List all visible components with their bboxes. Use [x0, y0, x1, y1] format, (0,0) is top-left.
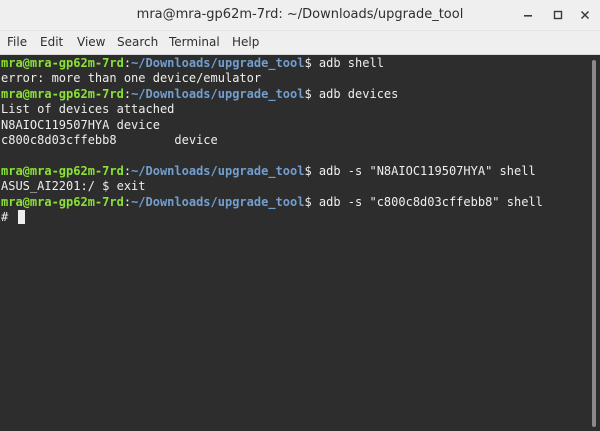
menu-view[interactable]: View — [77, 35, 105, 49]
prompt-user-host: mra@mra-gp62m-7rd — [1, 194, 124, 209]
output-line: error: more than one device/emulator — [1, 71, 588, 86]
menu-search[interactable]: Search — [117, 35, 158, 49]
command-text: adb -s "c800c8d03cffebb8" shell — [311, 194, 543, 209]
menu-help[interactable]: Help — [232, 35, 259, 49]
cursor — [18, 209, 26, 224]
prompt-line: mra@mra-gp62m-7rd:~/Downloads/upgrade_to… — [1, 195, 588, 210]
output-line: ASUS_AI2201:/ $ exit — [1, 179, 588, 194]
prompt-path: ~/Downloads/upgrade_tool — [131, 56, 305, 70]
prompt-separator: : — [123, 163, 132, 178]
prompt-line: mra@mra-gp62m-7rd:~/Downloads/upgrade_to… — [1, 56, 588, 71]
prompt-separator: : — [123, 56, 132, 70]
command-text: adb devices — [311, 86, 399, 101]
prompt-line: mra@mra-gp62m-7rd:~/Downloads/upgrade_to… — [1, 87, 588, 102]
output-line: c800c8d03cffebb8 device — [1, 133, 588, 148]
close-button[interactable] — [576, 6, 594, 24]
prompt-dollar: $ — [304, 86, 312, 101]
output-line: N8AIOC119507HYA device — [1, 118, 588, 133]
prompt-dollar: $ — [304, 56, 312, 70]
window-title: mra@mra-gp62m-7rd: ~/Downloads/upgrade_t… — [136, 7, 464, 22]
menu-file[interactable]: File — [7, 35, 27, 49]
prompt-user-host: mra@mra-gp62m-7rd — [1, 86, 124, 101]
close-icon — [580, 10, 590, 20]
output-text: error: more than one device/emulator — [1, 71, 262, 86]
prompt-line: mra@mra-gp62m-7rd:~/Downloads/upgrade_to… — [1, 164, 588, 179]
maximize-icon — [553, 10, 563, 20]
prompt-path: ~/Downloads/upgrade_tool — [131, 163, 305, 178]
prompt-path: ~/Downloads/upgrade_tool — [131, 194, 305, 209]
minimize-button[interactable] — [519, 6, 537, 24]
output-text: # — [1, 209, 16, 224]
scrollbar-thumb[interactable] — [592, 60, 596, 427]
minimize-icon — [524, 15, 532, 17]
output-text: List of devices attached — [1, 102, 175, 117]
prompt-separator: : — [123, 86, 132, 101]
output-text: N8AIOC119507HYA device — [1, 117, 160, 132]
terminal-output[interactable]: mra@mra-gp62m-7rd:~/Downloads/upgrade_to… — [0, 56, 588, 431]
output-text: ASUS_AI2201:/ $ exit — [1, 179, 146, 194]
output-text: c800c8d03cffebb8 device — [1, 132, 218, 147]
scrollbar[interactable] — [588, 56, 600, 431]
prompt-dollar: $ — [304, 163, 312, 178]
prompt-separator: : — [123, 194, 132, 209]
menu-bar: File Edit View Search Terminal Help — [0, 31, 600, 55]
maximize-button[interactable] — [549, 6, 567, 24]
command-text: adb -s "N8AIOC119507HYA" shell — [311, 163, 536, 178]
terminal-window: mra@mra-gp62m-7rd: ~/Downloads/upgrade_t… — [0, 0, 600, 431]
output-line: # — [1, 209, 588, 225]
command-text: adb shell — [311, 56, 384, 70]
prompt-user-host: mra@mra-gp62m-7rd — [1, 56, 124, 70]
prompt-dollar: $ — [304, 194, 312, 209]
menu-edit[interactable]: Edit — [40, 35, 63, 49]
prompt-path: ~/Downloads/upgrade_tool — [131, 86, 305, 101]
title-bar[interactable]: mra@mra-gp62m-7rd: ~/Downloads/upgrade_t… — [0, 0, 600, 31]
prompt-user-host: mra@mra-gp62m-7rd — [1, 163, 124, 178]
output-line: List of devices attached — [1, 102, 588, 117]
menu-terminal[interactable]: Terminal — [169, 35, 220, 49]
